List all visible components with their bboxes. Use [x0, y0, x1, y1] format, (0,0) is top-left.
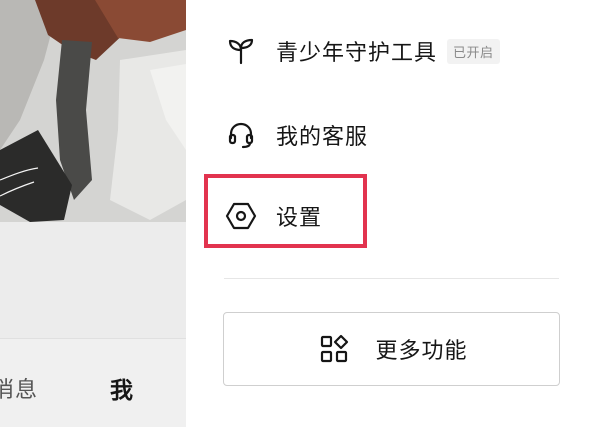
more-features-button[interactable]: 更多功能 — [223, 312, 560, 386]
hexagon-settings-icon — [222, 197, 260, 235]
grid-apps-icon — [315, 330, 353, 368]
sprout-icon — [222, 32, 260, 70]
background-page: 消息 我 — [0, 0, 186, 427]
side-drawer: 青少年守护工具 已开启 我的客服 设置 更多功能 — [186, 0, 600, 427]
status-badge: 已开启 — [447, 38, 500, 64]
menu-item-label: 我的客服 — [276, 125, 369, 150]
headset-icon — [222, 116, 260, 154]
more-features-label: 更多功能 — [375, 339, 468, 364]
menu-item-label: 青少年守护工具 — [276, 41, 438, 66]
menu-item-youth-protection[interactable]: 青少年守护工具 已开启 — [222, 26, 500, 76]
tab-me[interactable]: 我 — [110, 371, 133, 405]
menu-item-settings[interactable]: 设置 — [222, 191, 322, 241]
profile-cover-image — [0, 0, 186, 228]
menu-item-label: 设置 — [276, 206, 323, 231]
screen: 消息 我 青少年守护工具 已开启 我的客服 设置 更多功能 — [0, 0, 600, 427]
divider — [224, 278, 559, 279]
menu-item-customer-service[interactable]: 我的客服 — [222, 110, 368, 160]
bottom-tab-bar: 消息 我 — [0, 338, 186, 427]
tab-messages[interactable]: 消息 — [0, 372, 38, 404]
